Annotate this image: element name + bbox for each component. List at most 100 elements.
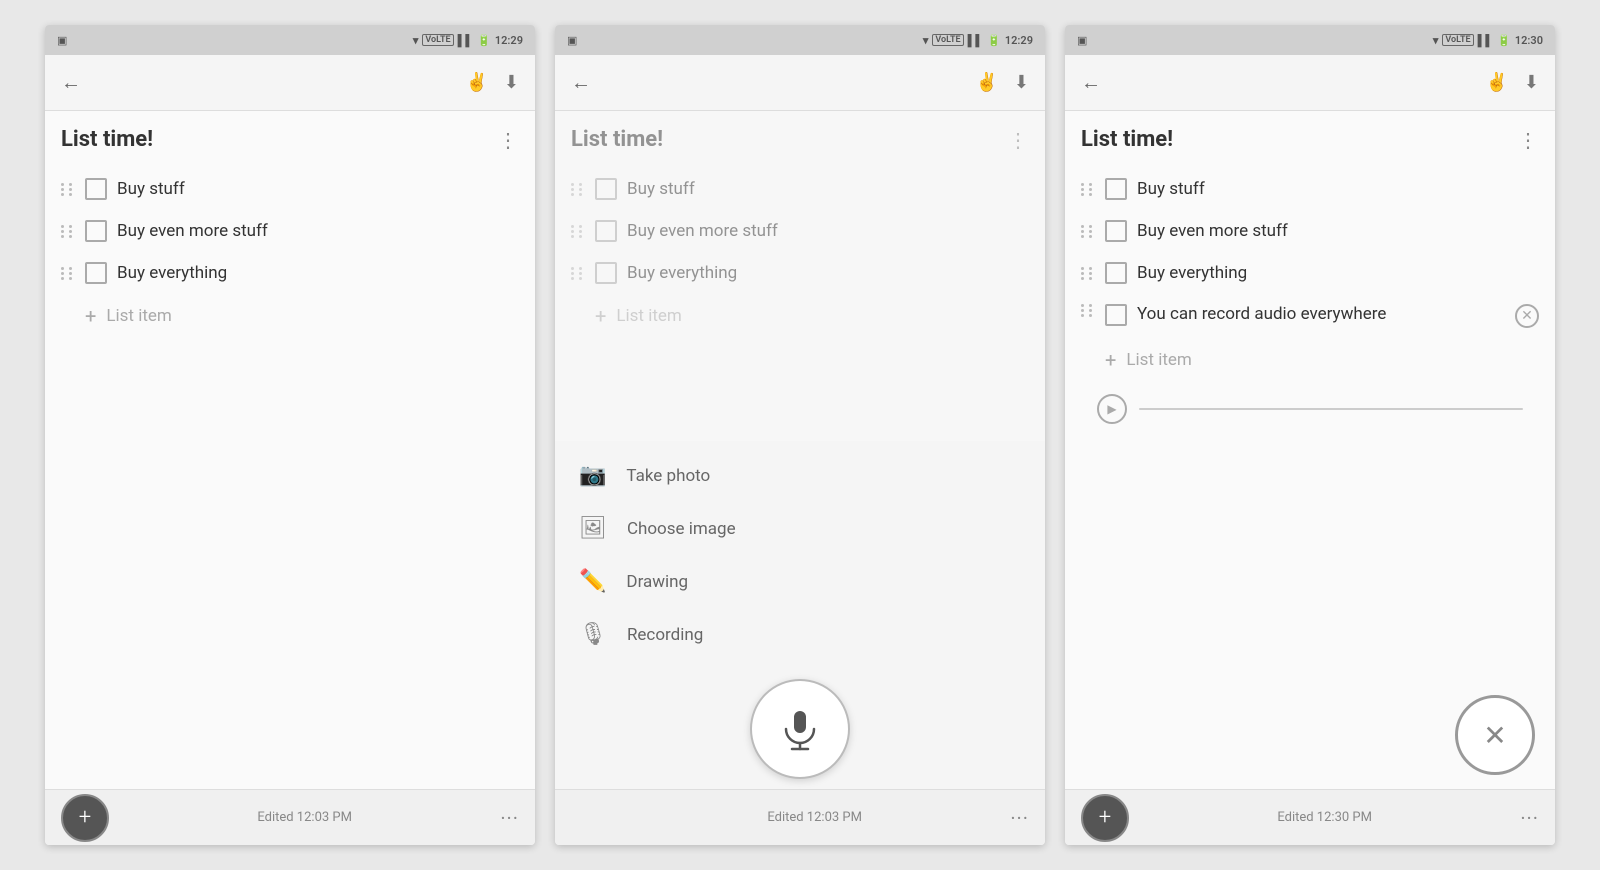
status-left-1: ▣ <box>57 34 67 47</box>
mic-fab-button[interactable] <box>750 679 850 779</box>
checkbox-2-3[interactable] <box>595 262 617 284</box>
title-row-1: List time! ⋮ <box>61 127 519 152</box>
battery-icon-2: 🔋 <box>987 34 1001 47</box>
toolbar-icons-3: ✌ ⬇ <box>1485 72 1539 93</box>
bottom-bar-2: Edited 12:03 PM ··· <box>555 789 1045 845</box>
image-icon: 🖼 <box>579 516 607 541</box>
back-button-3[interactable]: ← <box>1081 70 1101 95</box>
list-item-2-2: Buy even more stuff <box>571 210 1029 252</box>
drag-handle-3-1[interactable] <box>1081 183 1095 196</box>
checkbox-1-2[interactable] <box>85 220 107 242</box>
checkbox-1-3[interactable] <box>85 262 107 284</box>
bottom-bar-1: + Edited 12:03 PM ··· <box>45 789 535 845</box>
signal-icon-3: ▌▌ <box>1478 34 1494 47</box>
volte-badge-3: VoLTE <box>1442 34 1473 46</box>
list-title-2: List time! <box>571 127 663 152</box>
toolbar-3: ← ✌ ⬇ <box>1065 55 1555 111</box>
drag-handle-1-3[interactable] <box>61 267 75 280</box>
touch-icon-1[interactable]: ✌ <box>465 72 487 93</box>
checkbox-2-1[interactable] <box>595 178 617 200</box>
mic-fab-wrapper <box>750 679 850 779</box>
sim-icon-2: ▣ <box>567 34 577 47</box>
item-text-2-1: Buy stuff <box>627 179 1029 199</box>
time-3: 12:30 <box>1515 34 1543 47</box>
battery-icon-3: 🔋 <box>1497 34 1511 47</box>
item-text-1-2: Buy even more stuff <box>117 221 519 241</box>
audio-progress-bar[interactable] <box>1139 408 1523 410</box>
touch-icon-3[interactable]: ✌ <box>1485 72 1507 93</box>
mic-icon <box>778 707 822 751</box>
new-item-text-3: You can record audio everywhere <box>1137 304 1505 324</box>
time-1: 12:29 <box>495 34 523 47</box>
item-text-1-3: Buy everything <box>117 263 519 283</box>
add-button-1[interactable]: + <box>61 794 109 842</box>
status-right-1: ▾ VoLTE ▌▌ 🔋 12:29 <box>413 34 523 47</box>
add-item-row-2[interactable]: + List item <box>571 294 1029 338</box>
list-item-1-1: Buy stuff <box>61 168 519 210</box>
add-button-3[interactable]: + <box>1081 794 1129 842</box>
drag-handle-2-3[interactable] <box>571 267 585 280</box>
bottom-more-3[interactable]: ··· <box>1520 806 1539 830</box>
checkbox-3-3[interactable] <box>1105 262 1127 284</box>
title-row-2: List time! ⋮ <box>571 127 1029 152</box>
checkbox-3-2[interactable] <box>1105 220 1127 242</box>
bottom-more-1[interactable]: ··· <box>500 806 519 830</box>
checkbox-1-1[interactable] <box>85 178 107 200</box>
choose-image-item[interactable]: 🖼 Choose image <box>555 502 1045 555</box>
take-photo-label: Take photo <box>626 466 710 486</box>
list-title-1: List time! <box>61 127 153 152</box>
cancel-recording-fab[interactable]: ✕ <box>1455 695 1535 775</box>
status-bar-3: ▣ ▾ VoLTE ▌▌ 🔋 12:30 <box>1065 25 1555 55</box>
add-item-row-3[interactable]: + List item <box>1081 338 1539 382</box>
drag-handle-2-2[interactable] <box>571 225 585 238</box>
signal-icon-2: ▌▌ <box>968 34 984 47</box>
camera-icon: 📷 <box>579 463 606 488</box>
drag-handle-2-1[interactable] <box>571 183 585 196</box>
back-button-1[interactable]: ← <box>61 70 81 95</box>
download-icon-1[interactable]: ⬇ <box>504 72 519 93</box>
download-icon-3[interactable]: ⬇ <box>1524 72 1539 93</box>
checkbox-3-1[interactable] <box>1105 178 1127 200</box>
cancel-new-item-btn[interactable]: ✕ <box>1515 304 1539 328</box>
recording-label: Recording <box>627 625 703 645</box>
content-2: List time! ⋮ Buy stuff Buy e <box>555 111 1045 441</box>
volte-badge-1: VoLTE <box>422 34 453 46</box>
checkbox-2-2[interactable] <box>595 220 617 242</box>
wifi-icon-3: ▾ <box>1433 34 1439 47</box>
back-button-2[interactable]: ← <box>571 70 591 95</box>
play-button-3[interactable]: ▶ <box>1097 394 1127 424</box>
more-menu-2[interactable]: ⋮ <box>1008 128 1029 152</box>
battery-icon-1: 🔋 <box>477 34 491 47</box>
drag-handle-3-2[interactable] <box>1081 225 1095 238</box>
edited-text-3: Edited 12:30 PM <box>1277 810 1372 825</box>
bottom-more-2[interactable]: ··· <box>1010 806 1029 830</box>
add-placeholder-2: List item <box>616 306 681 326</box>
menu-overlay-2: 📷 Take photo 🖼 Choose image ✏️ Drawing 🎙… <box>555 441 1045 669</box>
edited-text-1: Edited 12:03 PM <box>257 810 352 825</box>
drawing-item[interactable]: ✏️ Drawing <box>555 555 1045 608</box>
toolbar-icons-2: ✌ ⬇ <box>975 72 1029 93</box>
wifi-icon-2: ▾ <box>923 34 929 47</box>
download-icon-2[interactable]: ⬇ <box>1014 72 1029 93</box>
title-row-3: List time! ⋮ <box>1081 127 1539 152</box>
more-menu-3[interactable]: ⋮ <box>1518 128 1539 152</box>
take-photo-item[interactable]: 📷 Take photo <box>555 449 1045 502</box>
recording-item[interactable]: 🎙 Recording <box>555 608 1045 661</box>
toolbar-icons-1: ✌ ⬇ <box>465 72 519 93</box>
choose-image-label: Choose image <box>627 519 736 539</box>
more-menu-1[interactable]: ⋮ <box>498 128 519 152</box>
touch-icon-2[interactable]: ✌ <box>975 72 997 93</box>
drag-handle-3-4[interactable] <box>1081 304 1095 317</box>
status-left-3: ▣ <box>1077 34 1087 47</box>
list-item-3-1: Buy stuff <box>1081 168 1539 210</box>
status-right-3: ▾ VoLTE ▌▌ 🔋 12:30 <box>1433 34 1543 47</box>
checkbox-3-4[interactable] <box>1105 304 1127 326</box>
item-text-2-2: Buy even more stuff <box>627 221 1029 241</box>
drag-handle-1-1[interactable] <box>61 183 75 196</box>
drawing-label: Drawing <box>626 572 688 592</box>
drag-handle-3-3[interactable] <box>1081 267 1095 280</box>
drag-handle-1-2[interactable] <box>61 225 75 238</box>
list-item-3-3: Buy everything <box>1081 252 1539 294</box>
add-item-row-1[interactable]: + List item <box>61 294 519 338</box>
sim-icon-1: ▣ <box>57 34 67 47</box>
